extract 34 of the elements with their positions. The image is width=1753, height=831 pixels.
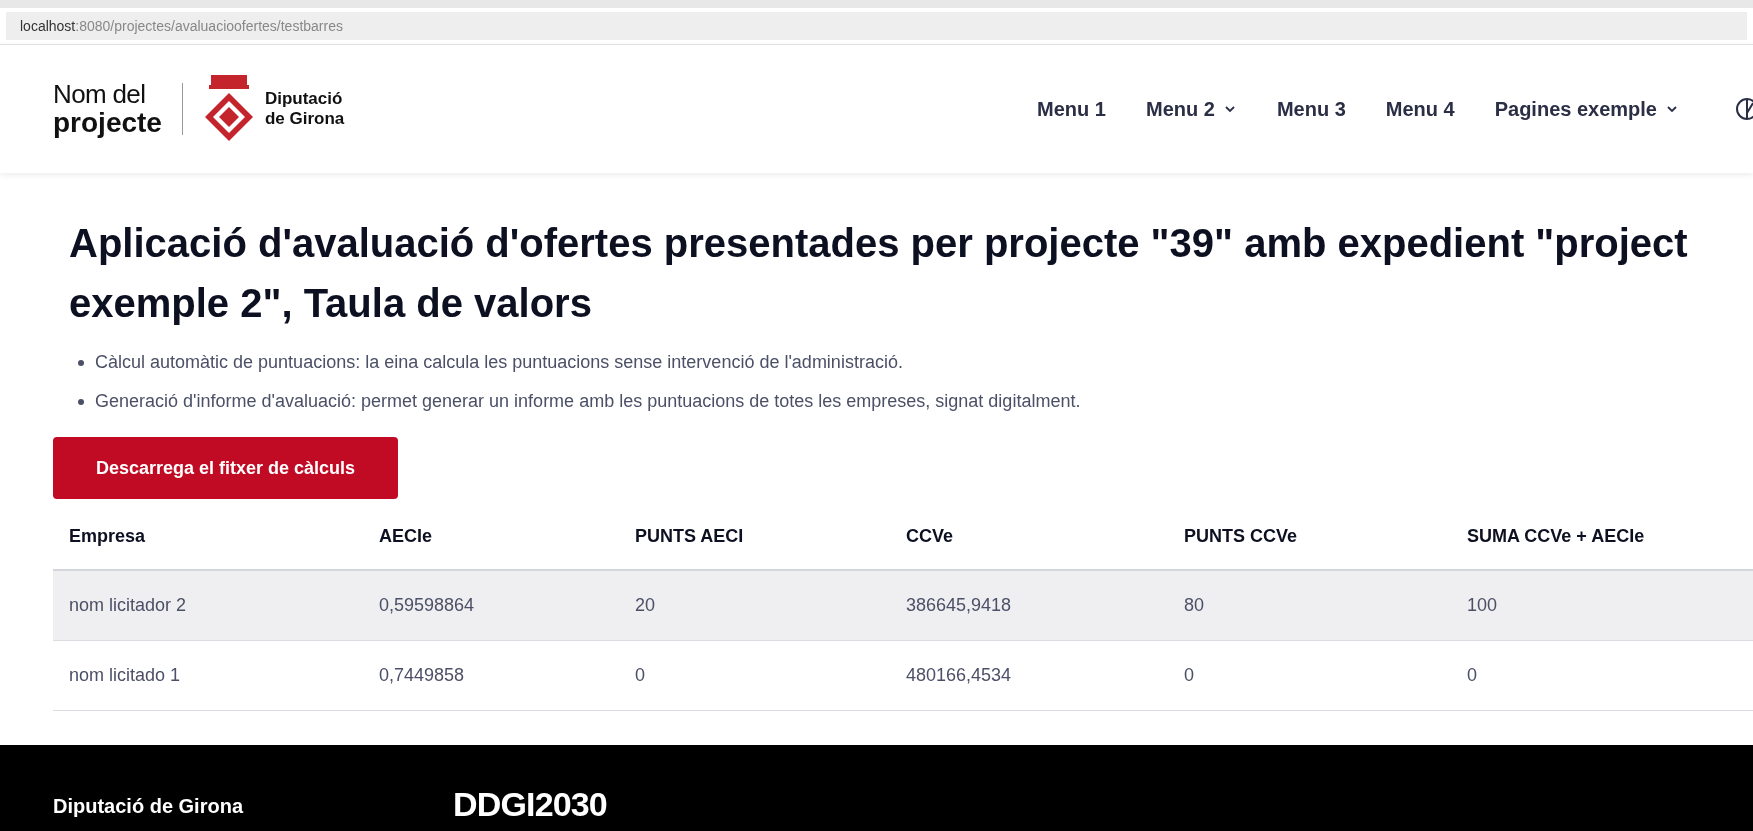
page-title: Aplicació d'avaluació d'ofertes presentades per projecte "39" amb expedient "project exemple 2", Taula de valors [68,220,1689,327]
table-cell: nom licitado 1 [69,665,181,685]
column-header: CCVe [906,525,954,546]
column-header: PUNTS CCVe [1184,525,1298,546]
menu-link[interactable]: Menu 4 [1385,94,1455,124]
footer-org-name: Diputació de Girona [53,794,244,819]
column-header: AECIe [379,525,432,546]
menu-link[interactable]: Menu 1 [1037,94,1106,124]
table-cell: 20 [635,595,656,615]
table-cell: 386645,9418 [906,595,1012,615]
table-cell: 0,59598864 [379,595,475,615]
column-header: PUNTS AECI [635,525,744,546]
address-bar[interactable]: localhost:8080/projectes/avaluacioofertes/testbarres [6,12,1747,40]
table-cell: 80 [1184,595,1205,615]
column-header: SUMA CCVe + AECIe [1467,525,1645,546]
download-button[interactable]: Descarrega el fitxer de càlculs [53,437,398,499]
menu-link[interactable]: Menu 2 [1145,94,1237,124]
table-cell: 0 [1184,665,1194,685]
url-text: localhost:8080/projectes/avaluacioofertes/testbarres [20,16,343,36]
table-cell: 100 [1467,595,1498,615]
bullet-text: Generació d'informe d'avaluació: permet generar un informe amb les puntuacions de totes les empreses, signat digitalment. [95,390,1081,413]
table-cell: 0 [635,665,645,685]
project-name: Nom del projecte [53,80,162,138]
bullet-text: Càlcul automàtic de puntuacions: la eina calcula les puntuacions sense intervenció de l'administració. [95,351,903,374]
table-cell: 480166,4534 [906,665,1012,685]
contrast-icon[interactable] [1735,97,1753,121]
table-cell: nom licitador 2 [69,595,187,615]
menu-link[interactable]: Menu 3 [1276,94,1346,124]
menu-link[interactable]: Pagines exemple [1494,94,1679,124]
column-header: Empresa [69,525,146,546]
table-cell: 0,7449858 [379,665,465,685]
footer-logo-text: DDGI2030 [453,787,607,821]
table-cell: 0 [1467,665,1477,685]
org-name: Diputació de Girona [264,89,345,129]
